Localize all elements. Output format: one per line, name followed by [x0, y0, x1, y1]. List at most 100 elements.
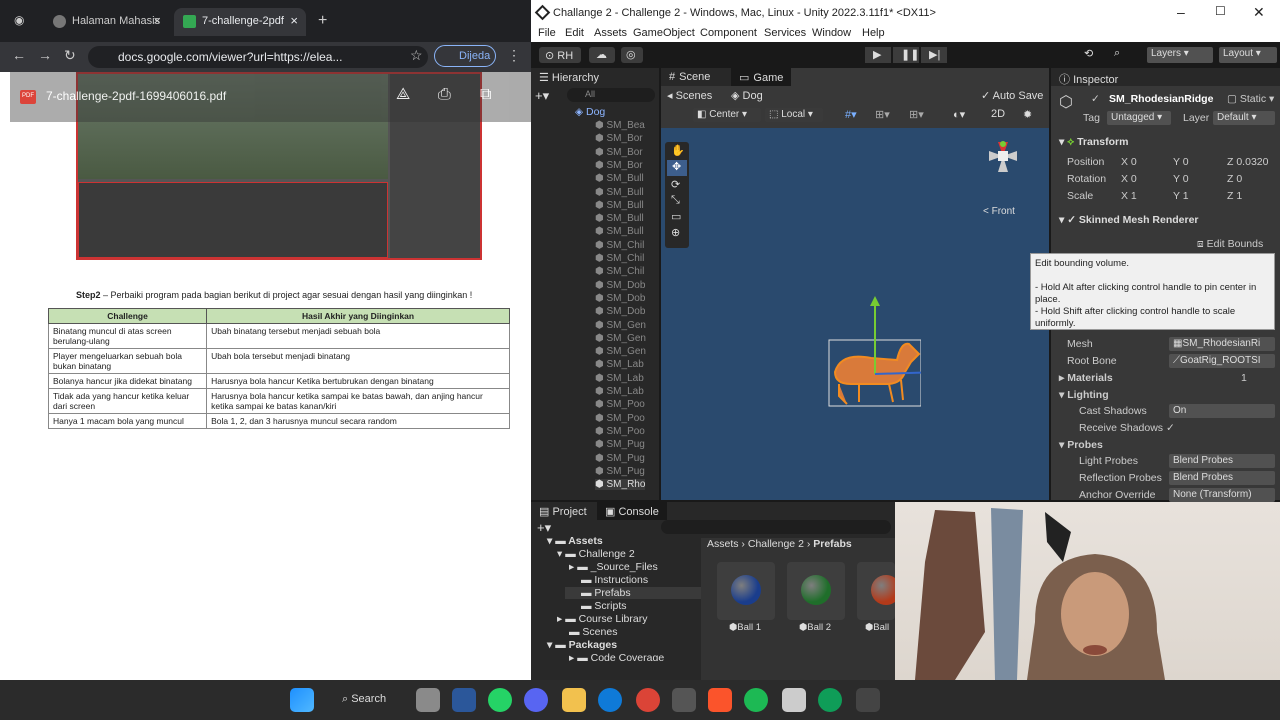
- snap-icon[interactable]: ⊞▾: [875, 108, 890, 121]
- crumb[interactable]: Challenge 2: [748, 538, 804, 550]
- active-checkbox[interactable]: ✓: [1091, 93, 1100, 105]
- file-explorer-icon[interactable]: [562, 688, 586, 712]
- pause-icon[interactable]: ❚❚: [893, 47, 919, 63]
- lighting-icon[interactable]: ✹: [1023, 108, 1032, 121]
- tree-course-library[interactable]: ▸ ▬ Course Library: [557, 613, 647, 625]
- hierarchy-item[interactable]: ⬢ SM_Bea: [595, 120, 645, 131]
- new-tab-icon[interactable]: +: [318, 12, 327, 30]
- asset-ball-3[interactable]: [857, 562, 895, 620]
- materials-foldout[interactable]: ▸ Materials: [1059, 372, 1113, 384]
- word-icon[interactable]: [452, 688, 476, 712]
- transform-header[interactable]: ▾ ⟡ Transform: [1059, 136, 1128, 149]
- menu-gameobject[interactable]: GameObject: [633, 27, 695, 39]
- play-icon[interactable]: ▶: [865, 47, 891, 63]
- object-name[interactable]: SM_RhodesianRidge: [1109, 93, 1213, 105]
- unity-hub-icon[interactable]: [782, 688, 806, 712]
- position-x[interactable]: X 0: [1121, 156, 1137, 168]
- rotation-z[interactable]: Z 0: [1227, 173, 1242, 185]
- dog-model[interactable]: [801, 292, 921, 412]
- hierarchy-item[interactable]: ⬢ SM_Dob: [595, 280, 645, 291]
- hierarchy-item[interactable]: ⬢ SM_Gen: [595, 320, 646, 331]
- rotation-x[interactable]: X 0: [1121, 173, 1137, 185]
- hierarchy-item[interactable]: ⬢ SM_Rho: [595, 479, 646, 491]
- tree-instructions[interactable]: ▬ Instructions: [581, 574, 648, 586]
- layer-dropdown[interactable]: Default ▾: [1213, 111, 1275, 125]
- cast-shadows-dropdown[interactable]: On: [1169, 404, 1275, 418]
- edge-icon[interactable]: [598, 688, 622, 712]
- receive-shadows-toggle[interactable]: Receive Shadows ✓: [1079, 422, 1175, 434]
- maximize-icon[interactable]: ☐: [1215, 4, 1226, 18]
- task-view-icon[interactable]: [416, 688, 440, 712]
- hierarchy-item[interactable]: ⬢ SM_Poo: [595, 426, 645, 437]
- tab-scene[interactable]: # Scene: [661, 68, 731, 86]
- asset-ball-1[interactable]: [717, 562, 775, 620]
- tab-pdf[interactable]: 7-challenge-2pdf ×: [174, 8, 306, 36]
- project-search[interactable]: [661, 520, 891, 534]
- position-z[interactable]: Z 0.0320: [1227, 156, 1268, 168]
- forward-icon[interactable]: →: [38, 47, 52, 63]
- hierarchy-item[interactable]: ⬢ SM_Lab: [595, 386, 644, 397]
- open-external-icon[interactable]: ⧉: [480, 86, 491, 104]
- hierarchy-item[interactable]: ⬢ SM_Pug: [595, 466, 645, 477]
- pivot-dropdown[interactable]: ◧ Center ▾: [693, 108, 761, 122]
- hierarchy-item[interactable]: ⬢ SM_Pug: [595, 439, 645, 450]
- profile-button[interactable]: Dijeda: [434, 45, 496, 67]
- menu-component[interactable]: Component: [700, 27, 757, 39]
- menu-help[interactable]: Help: [862, 27, 885, 39]
- hierarchy-item[interactable]: ⬢ SM_Bor: [595, 160, 643, 171]
- increment-icon[interactable]: ⊞▾: [909, 108, 924, 121]
- minimize-icon[interactable]: –: [1177, 4, 1185, 20]
- account-button[interactable]: ⊙ RH: [539, 47, 581, 63]
- chrome-icon[interactable]: [636, 688, 660, 712]
- root-bone-field[interactable]: ⟋GoatRig_ROOTSI: [1169, 354, 1275, 368]
- refl-probes-dropdown[interactable]: Blend Probes: [1169, 471, 1275, 485]
- add-icon[interactable]: +▾: [535, 88, 549, 104]
- add-to-drive-icon[interactable]: ⟁: [396, 86, 410, 104]
- probes-foldout[interactable]: ▾ Probes: [1059, 439, 1103, 451]
- chrome-profile-icon[interactable]: [818, 688, 842, 712]
- menu-services[interactable]: Services: [764, 27, 806, 39]
- history-icon[interactable]: ⟲: [1084, 47, 1093, 60]
- create-icon[interactable]: +▾: [537, 520, 551, 536]
- move-gizmo-y-arrow[interactable]: [870, 296, 880, 306]
- rotation-y[interactable]: Y 0: [1173, 173, 1189, 185]
- tree-scenes[interactable]: ▬ Scenes: [569, 626, 617, 638]
- menu-file[interactable]: File: [538, 27, 556, 39]
- tab-halaman[interactable]: Halaman Mahasis ×: [44, 8, 169, 36]
- mesh-field[interactable]: ▦SM_RhodesianRi: [1169, 337, 1275, 351]
- collab-icon[interactable]: ◎: [621, 47, 643, 63]
- scenes-breadcrumb[interactable]: ◂ Scenes: [667, 89, 712, 102]
- materials-count[interactable]: 1: [1241, 372, 1247, 384]
- move-tool-icon[interactable]: ✥: [667, 160, 687, 176]
- reload-icon[interactable]: ↻: [64, 47, 76, 64]
- hierarchy-item[interactable]: ⬢ SM_Chil: [595, 240, 644, 251]
- tree-assets[interactable]: ▾ ▬ Assets: [547, 535, 603, 547]
- scale-tool-icon[interactable]: ⤡: [671, 194, 680, 207]
- inspector-tab[interactable]: ⓘ Inspector: [1051, 68, 1280, 86]
- cloud-icon[interactable]: ☁: [589, 47, 615, 63]
- start-icon[interactable]: [290, 688, 314, 712]
- whatsapp-icon[interactable]: [488, 688, 512, 712]
- mode-2d-button[interactable]: 2D: [991, 108, 1005, 120]
- menu-icon[interactable]: ⋮: [507, 47, 521, 64]
- tree-source[interactable]: ▸ ▬ _Source_Files: [569, 561, 658, 573]
- hand-tool-icon[interactable]: ✋: [671, 144, 685, 157]
- brave-icon[interactable]: [708, 688, 732, 712]
- hierarchy-item[interactable]: ⬢ SM_Poo: [595, 399, 645, 410]
- menu-window[interactable]: Window: [812, 27, 851, 39]
- close-icon[interactable]: ×: [290, 13, 298, 28]
- hierarchy-item[interactable]: ⬢ SM_Gen: [595, 346, 646, 357]
- hierarchy-item[interactable]: ⬢ SM_Bull: [595, 226, 644, 237]
- crumb[interactable]: Prefabs: [813, 538, 852, 550]
- position-y[interactable]: Y 0: [1173, 156, 1189, 168]
- store-icon[interactable]: [672, 688, 696, 712]
- scene-object-breadcrumb[interactable]: ◈ Dog: [731, 89, 763, 102]
- back-icon[interactable]: ←: [12, 47, 26, 63]
- hierarchy-item[interactable]: ⬢ SM_Bull: [595, 213, 644, 224]
- taskbar-search[interactable]: ⌕ Search: [332, 688, 392, 712]
- scene-gizmo[interactable]: [961, 136, 1041, 216]
- edit-bounds-button[interactable]: ⧈ Edit Bounds: [1197, 238, 1263, 251]
- tag-dropdown[interactable]: Untagged ▾: [1107, 111, 1171, 125]
- light-probes-dropdown[interactable]: Blend Probes: [1169, 454, 1275, 468]
- hierarchy-item[interactable]: ⬢ SM_Chil: [595, 253, 644, 264]
